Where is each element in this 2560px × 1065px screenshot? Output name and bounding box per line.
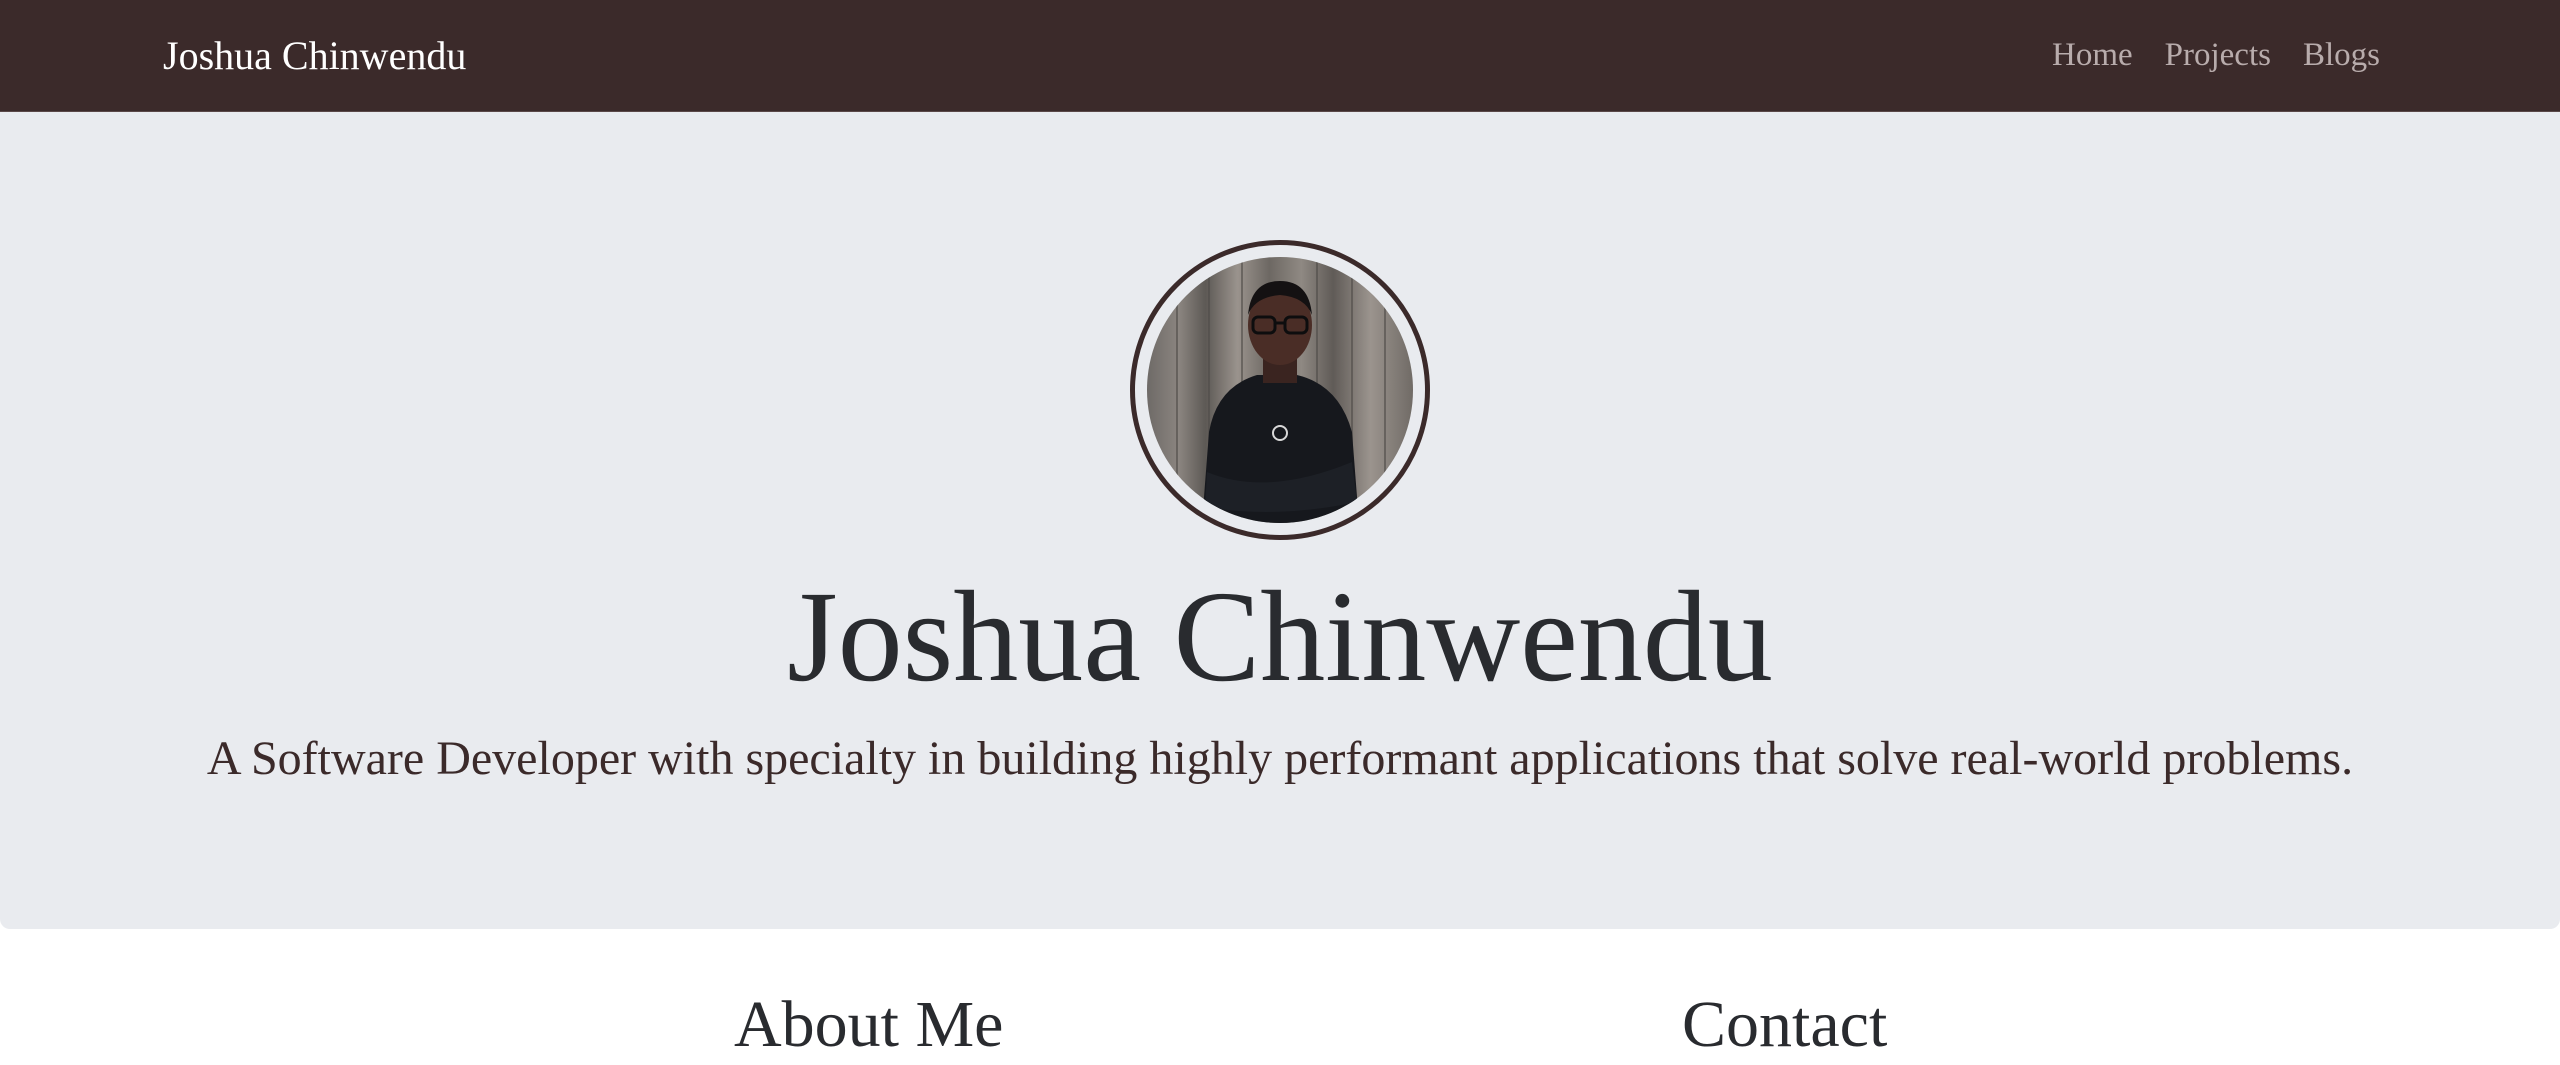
profile-photo-frame <box>1130 240 1430 540</box>
hero-title: Joshua Chinwendu <box>787 565 1773 709</box>
person-photo-icon <box>1176 257 1386 523</box>
hero-subtitle: A Software Developer with specialty in b… <box>206 732 2354 785</box>
nav-link-projects[interactable]: Projects <box>2165 30 2271 80</box>
nav-links: Home Projects Blogs <box>2052 30 2380 80</box>
top-navbar: Joshua Chinwendu Home Projects Blogs <box>0 0 2560 112</box>
profile-photo <box>1147 257 1413 523</box>
brand-link[interactable]: Joshua Chinwendu <box>163 28 466 84</box>
contact-heading: Contact <box>1682 988 1888 1061</box>
nav-link-blogs[interactable]: Blogs <box>2303 30 2380 80</box>
nav-link-home[interactable]: Home <box>2052 30 2133 80</box>
hero-jumbotron: Joshua Chinwendu A Software Developer wi… <box>0 112 2560 929</box>
about-me-heading: About Me <box>734 988 1004 1061</box>
